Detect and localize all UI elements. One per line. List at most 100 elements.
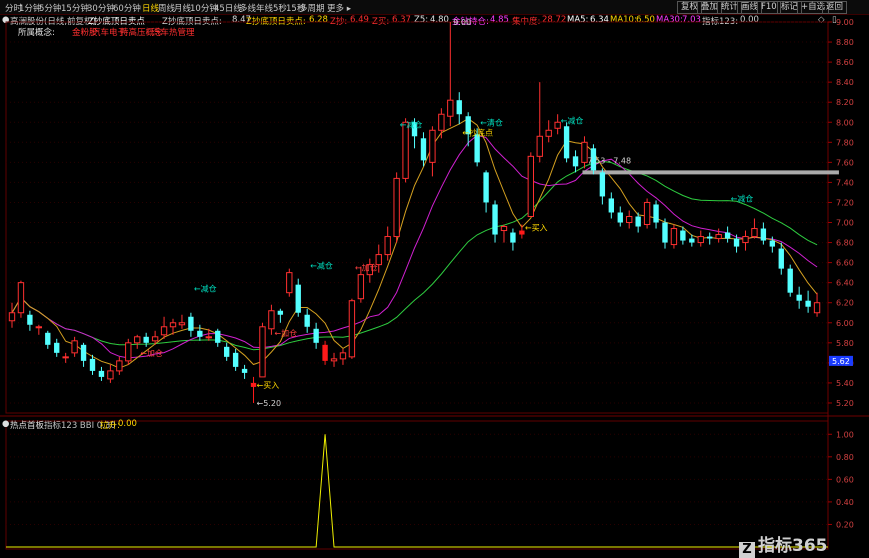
candle-body bbox=[80, 344, 87, 361]
info-ma5-label: MA5: bbox=[567, 15, 589, 25]
period-tab-10[interactable]: 45日线 bbox=[214, 2, 242, 14]
candle-body bbox=[813, 302, 821, 314]
candle-body bbox=[178, 322, 186, 326]
period-tab-12[interactable]: 年线 bbox=[256, 2, 273, 14]
info-v3: 6.49 bbox=[350, 15, 369, 25]
info-sig: 0.00 bbox=[740, 15, 759, 25]
candle-body bbox=[742, 236, 749, 244]
indicator-panel-name[interactable]: 热点首板 bbox=[10, 419, 44, 431]
candle-body bbox=[45, 332, 51, 345]
candle-body bbox=[751, 228, 758, 238]
indicator-panel-frame bbox=[5, 420, 829, 550]
candle-body bbox=[411, 122, 418, 137]
candle-body bbox=[313, 328, 319, 343]
chart-annotation: ←买入 bbox=[525, 224, 548, 233]
period-tab-8[interactable]: 月线 bbox=[174, 2, 191, 14]
candle-body bbox=[98, 370, 105, 377]
candle-body bbox=[277, 310, 284, 315]
chart-annotation: ←清仓 bbox=[480, 117, 503, 127]
resistance-bar bbox=[582, 170, 839, 175]
y-tick-label: 5.40 bbox=[836, 379, 854, 388]
y-tick-label: 5.80 bbox=[836, 339, 854, 348]
candle-body bbox=[760, 228, 767, 241]
main-panel-frame bbox=[5, 21, 829, 414]
candle-body bbox=[670, 228, 678, 246]
indicator-tick-label: 0.80 bbox=[836, 453, 854, 462]
y-tick-label: 8.80 bbox=[836, 38, 854, 47]
candle-body bbox=[715, 234, 722, 240]
candle-body bbox=[232, 352, 239, 367]
candle-body bbox=[608, 198, 615, 213]
chart-annotation: ←减仓 bbox=[400, 119, 423, 129]
chart-annotation: ←减仓 bbox=[561, 115, 584, 125]
y-tick-label: 6.00 bbox=[836, 319, 854, 328]
indicator-tick-label: 0.60 bbox=[836, 475, 854, 484]
candle-body bbox=[27, 314, 33, 325]
info-v7: 28.72 bbox=[542, 15, 567, 25]
candle-body bbox=[286, 272, 293, 294]
candle-body bbox=[188, 316, 194, 331]
candle-body bbox=[707, 236, 713, 239]
candle-body bbox=[116, 360, 123, 372]
info-v4: 6.37 bbox=[392, 15, 411, 25]
y-tick-label: 8.00 bbox=[836, 118, 854, 127]
y-tick-label: 6.40 bbox=[836, 279, 854, 288]
candle-body bbox=[268, 310, 275, 330]
period-tab-2[interactable]: 5分钟 bbox=[39, 2, 61, 14]
candle-body bbox=[527, 155, 534, 217]
chart-annotation: ←加仓 bbox=[274, 328, 297, 338]
candle-body bbox=[465, 116, 471, 135]
watermark-logo: Z 指标365 bbox=[739, 531, 828, 558]
concept-tag-4[interactable]: 汽车热管理 bbox=[152, 26, 195, 38]
candle-body bbox=[724, 232, 731, 239]
info-v3-label: Z抄: bbox=[330, 17, 348, 27]
candle-body bbox=[197, 330, 203, 337]
period-tab-4[interactable]: 30分钟 bbox=[87, 2, 115, 14]
period-tab-16[interactable]: 更多 ▸ bbox=[327, 2, 351, 14]
diamond-icon[interactable]: ◇ bbox=[818, 15, 825, 25]
candle-body bbox=[680, 230, 686, 241]
y-tick-label: 6.20 bbox=[836, 299, 854, 308]
period-tab-6[interactable]: 日线 bbox=[142, 2, 159, 14]
toolbar-button-7[interactable]: 返回 bbox=[822, 1, 848, 14]
chart-annotation: ←减仓 bbox=[310, 261, 333, 271]
period-tab-7[interactable]: 周线 bbox=[158, 2, 175, 14]
indicator-tick-label: 0.40 bbox=[836, 498, 854, 507]
candle-body bbox=[554, 121, 561, 129]
candle-body bbox=[581, 141, 588, 163]
candle-body bbox=[375, 254, 382, 266]
candle-body bbox=[71, 340, 78, 354]
period-tab-13[interactable]: 5秒 bbox=[273, 2, 287, 14]
candle-body bbox=[519, 230, 525, 235]
info-v2: 6.28 bbox=[309, 15, 328, 25]
current-price-label: 5.62 bbox=[832, 357, 850, 366]
candle-body bbox=[492, 204, 498, 235]
period-tab-11[interactable]: 多线 bbox=[239, 2, 256, 14]
current-price-box bbox=[829, 355, 853, 366]
period-tab-5[interactable]: 60分钟 bbox=[113, 2, 141, 14]
candle-body bbox=[17, 282, 25, 314]
candle-body bbox=[662, 222, 668, 243]
y-tick-label: 6.80 bbox=[836, 239, 854, 248]
candle-body bbox=[796, 294, 802, 301]
candle-body bbox=[545, 129, 552, 137]
candle-body bbox=[35, 326, 43, 329]
period-tab-3[interactable]: 15分钟 bbox=[61, 2, 89, 14]
y-tick-label: 5.20 bbox=[836, 399, 854, 408]
window-mode-icon[interactable]: ▯ bbox=[832, 15, 837, 25]
candle-body bbox=[357, 274, 365, 300]
candle-body bbox=[215, 330, 221, 343]
candle-body bbox=[510, 232, 516, 243]
info-circle-icon: ● bbox=[2, 15, 10, 25]
candle-body bbox=[572, 156, 579, 167]
candle-body bbox=[295, 284, 301, 313]
ma30-line bbox=[11, 160, 818, 351]
candle-body bbox=[626, 215, 633, 224]
period-tab-15[interactable]: 多周期 bbox=[299, 2, 325, 14]
info-ma30-label: MA30: bbox=[656, 15, 683, 25]
indicator-tick-label: 1.00 bbox=[836, 430, 854, 439]
indicator-panel-icon: ● bbox=[2, 419, 10, 429]
candle-body bbox=[769, 240, 776, 247]
kline-chart[interactable]: 9.008.808.608.408.208.007.807.607.407.20… bbox=[0, 0, 869, 553]
info-v5: 4.80 bbox=[430, 15, 449, 25]
